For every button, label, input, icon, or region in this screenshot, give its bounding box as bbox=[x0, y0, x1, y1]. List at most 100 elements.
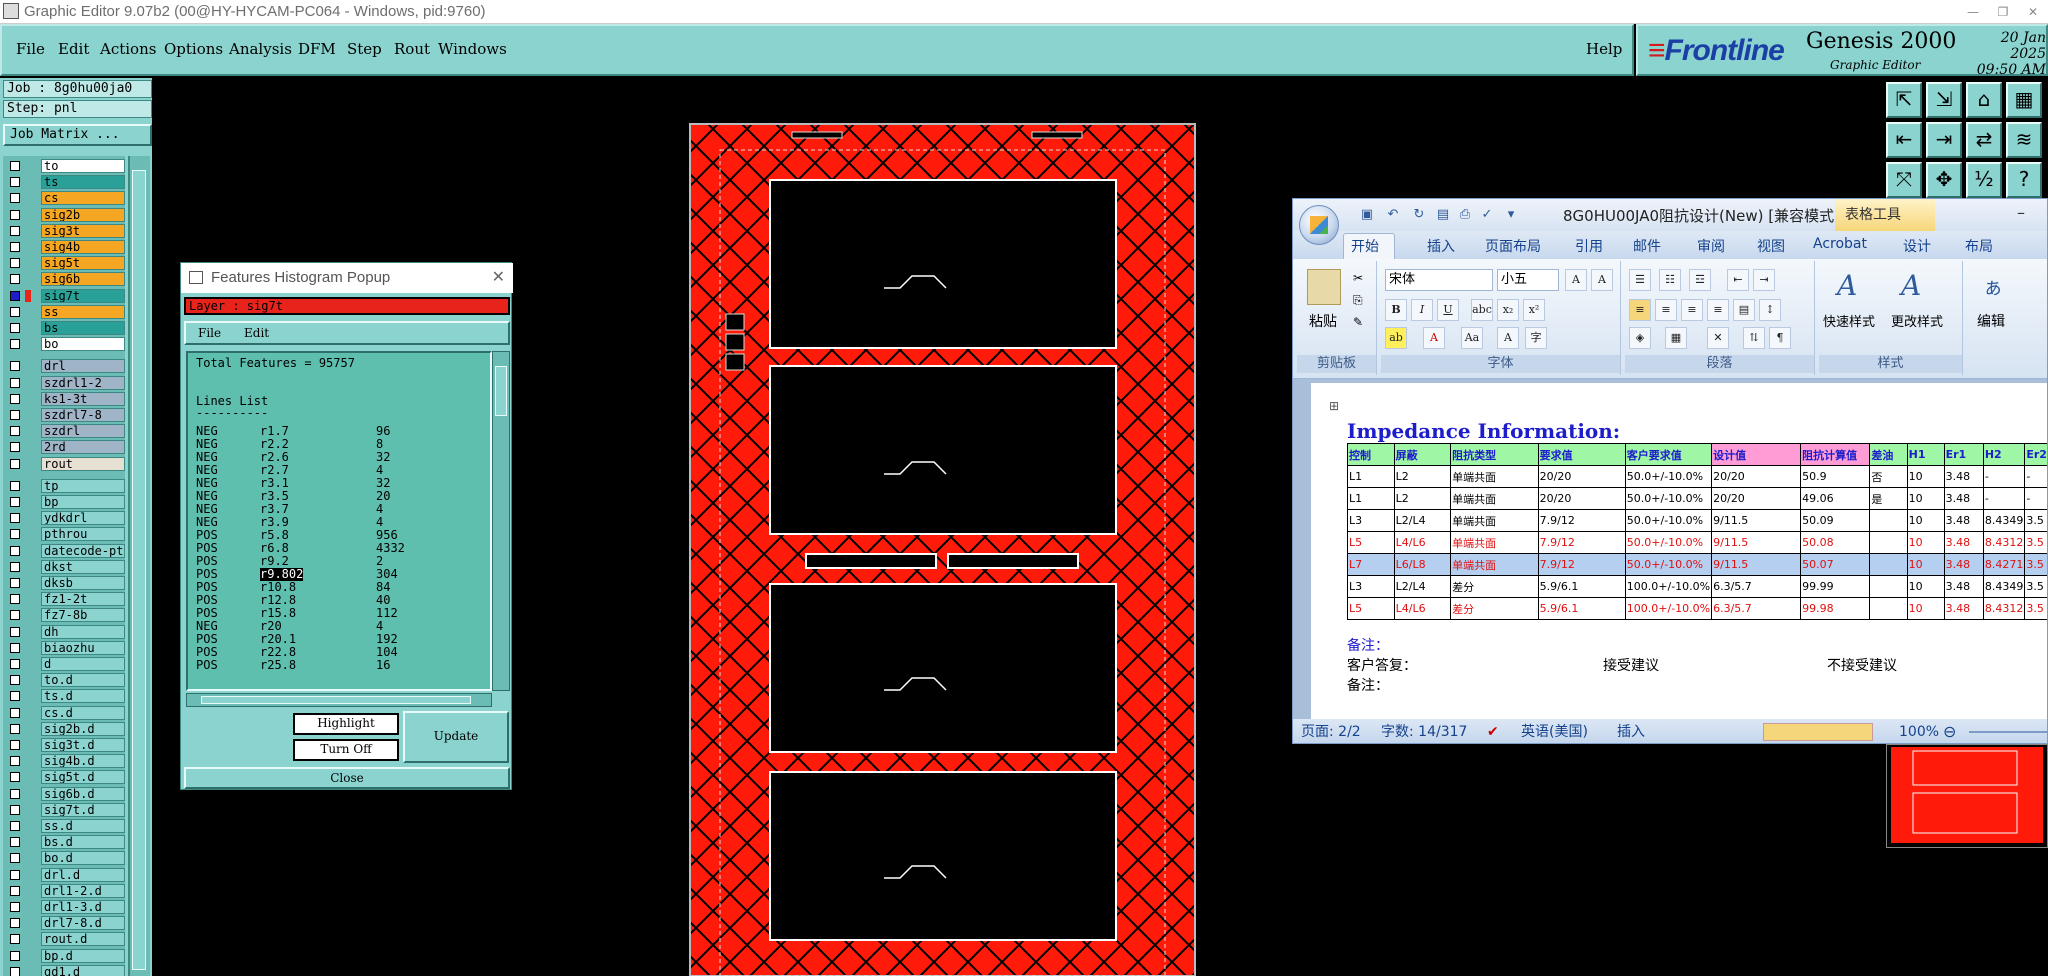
table-row[interactable]: L1 L2 单端共面 20/20 50.0+/-10.0% 20/20 49.06 是 10 3.… bbox=[1347, 487, 2047, 510]
layer-name[interactable]: dh bbox=[41, 624, 125, 639]
table-cell[interactable]: L2 bbox=[1393, 465, 1452, 488]
layer-checkbox[interactable] bbox=[10, 177, 20, 188]
table-cell[interactable]: 50.0+/-10.0% bbox=[1624, 509, 1713, 532]
layer-checkbox[interactable] bbox=[10, 756, 20, 767]
layer-row[interactable]: cs.d bbox=[3, 705, 125, 721]
layer-checkbox[interactable] bbox=[10, 545, 20, 556]
table-cell[interactable]: 3.5 bbox=[2024, 531, 2047, 554]
layer-checkbox[interactable] bbox=[10, 242, 20, 252]
layer-checkbox[interactable] bbox=[10, 513, 20, 524]
table-cell[interactable]: 9/11.5 bbox=[1711, 553, 1802, 576]
layer-row[interactable]: gd1.d bbox=[3, 964, 125, 976]
table-cell[interactable] bbox=[1869, 553, 1908, 576]
layer-row[interactable]: biaozhu bbox=[3, 640, 125, 656]
table-cell[interactable]: 6.3/5.7 bbox=[1711, 575, 1802, 598]
align-right-icon[interactable]: ≡ bbox=[1681, 299, 1703, 321]
layer-name[interactable]: 2rd bbox=[41, 440, 125, 455]
table-cell[interactable]: 50.08 bbox=[1800, 531, 1871, 554]
layer-name[interactable]: bs bbox=[41, 321, 125, 335]
numbering-icon[interactable]: ☷ bbox=[1659, 269, 1681, 291]
layer-row[interactable]: ts bbox=[3, 174, 125, 190]
print-icon[interactable]: ⎙ bbox=[1457, 207, 1473, 223]
layer-row[interactable]: bo.d bbox=[3, 850, 125, 866]
layer-row[interactable]: sig7t bbox=[3, 288, 125, 304]
layer-checkbox[interactable] bbox=[10, 578, 20, 588]
layer-row[interactable]: ss.d bbox=[3, 818, 125, 834]
table-cell[interactable]: 50.09 bbox=[1800, 509, 1871, 532]
impedance-table[interactable]: 控制 屏蔽 阻抗类型 要求值 客户要求值 设计值 阻抗计算值 差油 H1 Er1 H2 Er2 L1 L2… bbox=[1347, 443, 2047, 620]
layer-name[interactable]: pthrou bbox=[41, 527, 125, 542]
layer-name[interactable]: sig5t bbox=[41, 256, 125, 271]
layer-name[interactable]: dkst bbox=[41, 559, 125, 574]
table-cell[interactable]: 3.48 bbox=[1943, 553, 1984, 576]
table-cell[interactable]: 单端共面 bbox=[1450, 509, 1539, 532]
table-cell[interactable]: 3.48 bbox=[1943, 597, 1984, 620]
table-cell[interactable]: 3.5 bbox=[2024, 597, 2047, 620]
layer-name[interactable]: ydkdrl bbox=[41, 511, 125, 526]
tab-page-layout[interactable]: 页面布局 bbox=[1485, 236, 1541, 256]
layer-name[interactable]: sig7t.d bbox=[41, 802, 125, 817]
font-size-field[interactable]: 小五 bbox=[1497, 269, 1559, 291]
table-cell[interactable]: 99.98 bbox=[1800, 597, 1871, 620]
layer-checkbox[interactable] bbox=[10, 225, 20, 236]
close-button[interactable]: Close bbox=[184, 767, 510, 789]
table-row[interactable]: L3 L2/L4 单端共面 7.9/12 50.0+/-10.0% 9/11.5 50.09… bbox=[1347, 509, 2047, 532]
layer-row[interactable]: sig6b bbox=[3, 271, 125, 287]
table-cell[interactable]: 单端共面 bbox=[1450, 487, 1539, 510]
table-move-handle-icon[interactable]: ⊞ bbox=[1329, 399, 1339, 413]
quick-styles-label[interactable]: 快速样式 bbox=[1823, 311, 1875, 330]
format-painter-icon[interactable]: ✎ bbox=[1353, 315, 1363, 329]
table-cell[interactable]: 3.48 bbox=[1943, 465, 1984, 488]
table-cell[interactable]: 50.0+/-10.0% bbox=[1624, 531, 1713, 554]
table-header-cell[interactable]: 屏蔽 bbox=[1393, 443, 1452, 466]
layer-row[interactable]: drl1-3.d bbox=[3, 899, 125, 915]
layer-name[interactable]: fz1-2t bbox=[41, 592, 125, 607]
table-cell[interactable]: L1 bbox=[1347, 487, 1395, 510]
spell-icon[interactable]: ✓ bbox=[1479, 207, 1495, 223]
layer-row[interactable]: tp bbox=[3, 478, 125, 494]
layer-checkbox[interactable] bbox=[10, 707, 20, 718]
layer-row[interactable]: ts.d bbox=[3, 688, 125, 704]
minimize-icon[interactable]: — bbox=[1958, 0, 1988, 24]
layer-checkbox[interactable] bbox=[10, 480, 20, 491]
table-cell[interactable]: L4/L6 bbox=[1393, 597, 1452, 620]
layer-row[interactable]: sig6b.d bbox=[3, 786, 125, 802]
find-icon[interactable]: ぁ bbox=[1983, 271, 2003, 300]
layer-list-scrollbar[interactable] bbox=[128, 156, 150, 976]
layer-checkbox[interactable] bbox=[10, 561, 20, 572]
layer-name[interactable]: cs.d bbox=[41, 705, 125, 720]
layer-row[interactable]: bs.d bbox=[3, 834, 125, 850]
layer-name[interactable]: sig6b bbox=[41, 272, 125, 287]
insert-mode[interactable]: 插入 bbox=[1617, 719, 1645, 743]
layer-row[interactable]: ss bbox=[3, 304, 125, 320]
align-left-icon[interactable]: ≡ bbox=[1629, 299, 1651, 321]
menu-windows[interactable]: Windows bbox=[438, 40, 507, 58]
table-cell[interactable]: 3.5 bbox=[2024, 509, 2047, 532]
layer-name[interactable]: cs bbox=[41, 191, 125, 206]
layer-row[interactable]: to bbox=[3, 158, 125, 174]
table-header-cell[interactable]: H1 bbox=[1906, 443, 1945, 466]
layer-checkbox[interactable] bbox=[10, 675, 20, 686]
open-up-icon[interactable]: ⇱ bbox=[1886, 82, 1922, 118]
layer-name[interactable]: rout.d bbox=[41, 932, 125, 947]
layer-checkbox[interactable] bbox=[10, 497, 20, 507]
layer-checkbox[interactable] bbox=[10, 323, 20, 333]
table-cell[interactable]: 50.9 bbox=[1800, 465, 1871, 488]
change-styles-label[interactable]: 更改样式 bbox=[1891, 311, 1943, 330]
table-header-cell[interactable]: 设计值 bbox=[1711, 443, 1802, 466]
customize-icon[interactable]: ▾ bbox=[1503, 207, 1519, 223]
table-cell[interactable]: 8.4271 bbox=[1982, 553, 2026, 576]
table-cell[interactable]: 5.9/6.1 bbox=[1537, 575, 1626, 598]
swap-icon[interactable]: ⇄ bbox=[1966, 122, 2002, 158]
quick-styles-icon[interactable]: A bbox=[1837, 269, 1857, 302]
histogram-vscroll[interactable] bbox=[492, 351, 510, 691]
layer-checkbox[interactable] bbox=[10, 442, 20, 453]
job-matrix-button[interactable]: Job Matrix ... bbox=[3, 124, 152, 146]
layer-row[interactable]: ks1-3t bbox=[3, 391, 125, 407]
zoom-fit-icon[interactable]: ⤧ bbox=[1886, 162, 1922, 198]
layer-row[interactable]: szdrl7-8 bbox=[3, 407, 125, 423]
table-cell[interactable]: 50.0+/-10.0% bbox=[1624, 553, 1713, 576]
close-icon[interactable]: ✕ bbox=[492, 263, 505, 293]
table-cell[interactable] bbox=[1869, 575, 1908, 598]
tab-insert[interactable]: 插入 bbox=[1427, 236, 1455, 256]
